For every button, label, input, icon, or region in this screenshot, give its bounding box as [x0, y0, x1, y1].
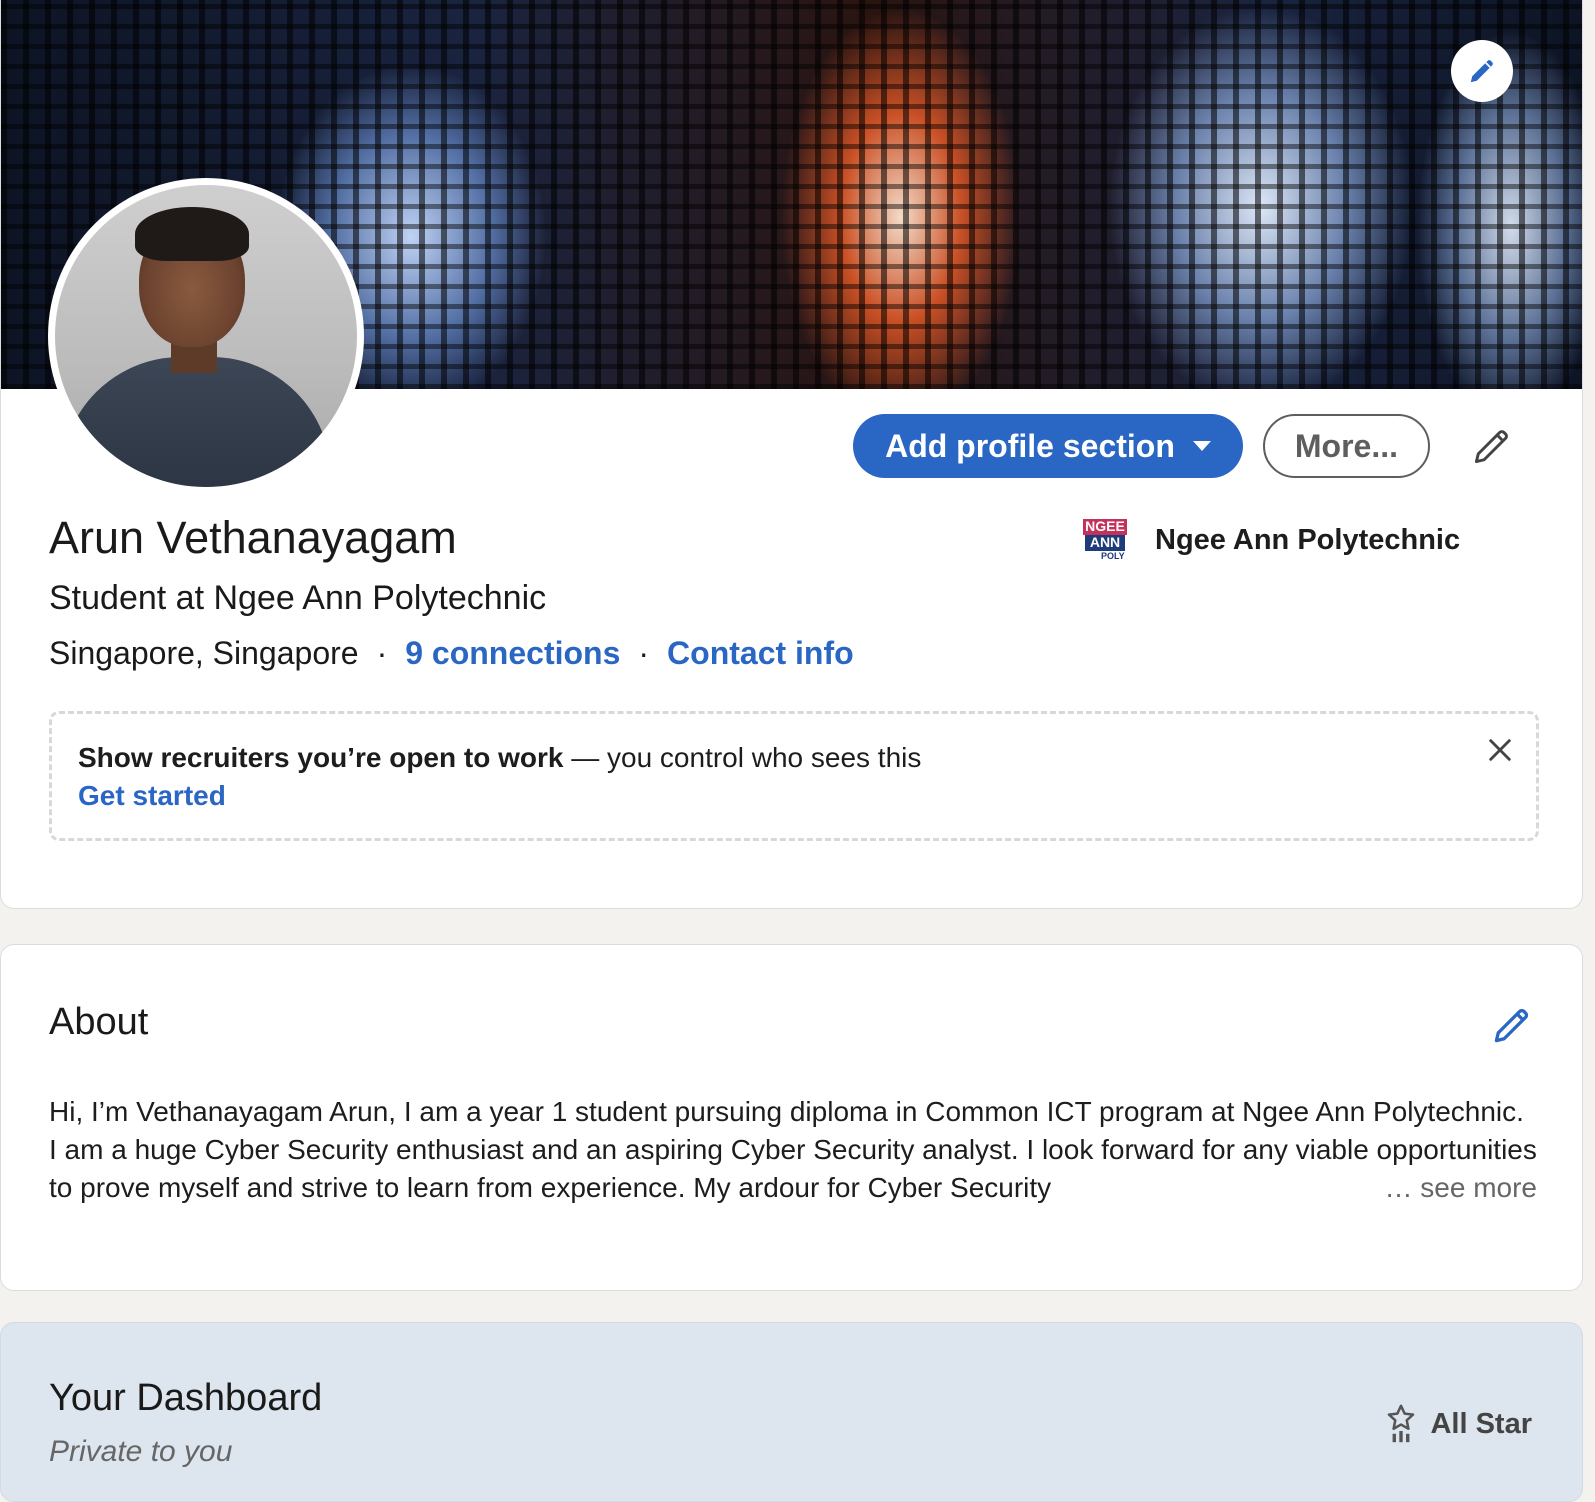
get-started-link[interactable]: Get started — [78, 780, 226, 812]
about-title: About — [49, 1001, 149, 1043]
all-star-label: All Star — [1430, 1407, 1532, 1440]
profile-actions: Add profile section More... — [853, 414, 1522, 478]
education-link[interactable]: NGEE ANN POLY Ngee Ann Polytechnic — [1083, 517, 1460, 563]
profile-strength-badge[interactable]: All Star — [1384, 1403, 1532, 1445]
pencil-icon — [1494, 1008, 1529, 1043]
dismiss-button[interactable] — [1480, 730, 1520, 770]
school-logo: NGEE ANN POLY — [1083, 517, 1127, 563]
about-text: Hi, I’m Vethanayagam Arun, I am a year 1… — [49, 1096, 1537, 1203]
more-button[interactable]: More... — [1262, 414, 1430, 478]
profile-headline: Student at Ngee Ann Polytechnic — [49, 579, 547, 617]
all-star-icon — [1388, 1404, 1415, 1443]
school-name: Ngee Ann Polytechnic — [1155, 523, 1461, 556]
about-section: About Hi, I’m Vethanayagam Arun, I am a … — [0, 944, 1583, 1291]
separator-dot: · — [638, 635, 650, 671]
caret-down-icon — [1192, 441, 1211, 451]
open-to-work-prompt: Show recruiters you’re open to work — yo… — [49, 711, 1539, 841]
avatar — [55, 185, 357, 487]
pencil-icon — [1474, 430, 1508, 464]
dashboard-section: Your Dashboard Private to you All Star — [0, 1322, 1583, 1502]
edit-intro-button[interactable] — [1462, 416, 1522, 476]
add-profile-section-label: Add profile section — [885, 427, 1175, 464]
add-profile-section-button[interactable]: Add profile section — [853, 414, 1243, 478]
contact-info-link[interactable]: Contact info — [667, 635, 854, 672]
see-more-link[interactable]: … see more — [1366, 1169, 1537, 1207]
profile-location: Singapore, Singapore — [49, 635, 359, 671]
profile-meta: Singapore, Singapore · 9 connections · C… — [49, 635, 854, 672]
connections-link[interactable]: 9 connections — [405, 635, 620, 672]
profile-top-card: Add profile section More... Arun Vethana… — [0, 0, 1583, 909]
separator-dot: · — [376, 635, 388, 671]
pencil-icon — [1470, 60, 1493, 83]
dashboard-title: Your Dashboard — [49, 1377, 323, 1419]
profile-name: Arun Vethanayagam — [49, 512, 457, 563]
profile-photo[interactable] — [48, 178, 364, 494]
edit-about-button[interactable] — [1482, 995, 1542, 1055]
edit-banner-button[interactable] — [1451, 40, 1513, 102]
open-to-work-text: Show recruiters you’re open to work — yo… — [78, 742, 922, 773]
close-icon — [1489, 739, 1511, 761]
